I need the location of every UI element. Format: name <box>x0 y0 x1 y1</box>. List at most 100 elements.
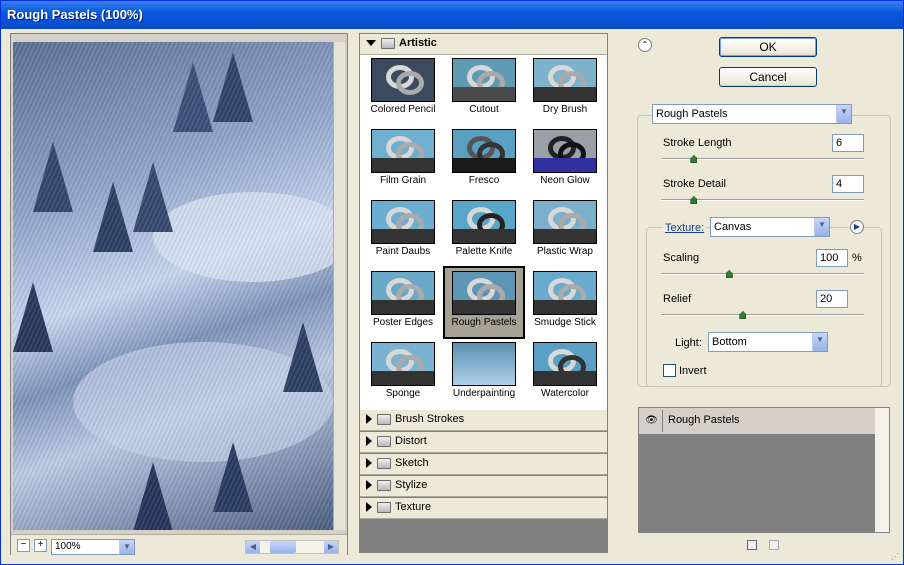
filter-fresco[interactable]: Fresco <box>446 126 522 195</box>
preview-vertical-scrollbar[interactable] <box>333 42 345 530</box>
effect-layers-list: 👁 Rough Pastels <box>638 407 890 533</box>
filter-label: Palette Knife <box>455 246 513 257</box>
filter-select[interactable]: Rough Pastels ▼ <box>652 104 852 124</box>
zoom-out-button[interactable]: − <box>17 539 30 552</box>
scroll-thumb[interactable] <box>270 541 296 553</box>
chevron-down-icon: ▼ <box>119 540 134 554</box>
scaling-slider[interactable] <box>661 273 864 275</box>
expand-triangle-icon <box>366 414 372 425</box>
stroke-detail-label: Stroke Detail <box>663 178 726 190</box>
new-effect-layer-icon[interactable] <box>747 540 757 550</box>
filter-label: Neon Glow <box>540 175 590 186</box>
light-label: Light: <box>675 337 702 349</box>
expand-triangle-icon <box>366 40 376 47</box>
filter-film-grain[interactable]: Film Grain <box>365 126 441 195</box>
preview-horizontal-scrollbar[interactable]: ◀ ▶ <box>245 540 339 554</box>
category-label: Artistic <box>399 37 437 49</box>
stroke-detail-field[interactable]: 4 <box>832 175 864 193</box>
expand-triangle-icon <box>366 458 372 469</box>
light-select[interactable]: Bottom ▼ <box>708 332 828 352</box>
collapse-gallery-icon[interactable]: ⌃ <box>638 38 652 52</box>
category-texture[interactable]: Texture <box>360 498 607 519</box>
category-label: Sketch <box>395 457 429 469</box>
filter-gallery: Artistic Colored Pencil Cutout Dry Brush… <box>359 33 608 553</box>
texture-select[interactable]: Canvas ▼ <box>710 217 830 237</box>
zoom-select[interactable]: 100% ▼ <box>51 539 135 555</box>
filter-paint-daubs[interactable]: Paint Daubs <box>365 197 441 266</box>
filter-thumbnail-image <box>371 58 435 102</box>
folder-icon <box>377 479 391 491</box>
light-select-value: Bottom <box>712 336 747 348</box>
filter-label: Smudge Stick <box>534 317 596 328</box>
eye-icon[interactable]: 👁 <box>641 410 663 432</box>
category-label: Distort <box>395 435 427 447</box>
filter-label: Colored Pencil <box>370 104 436 115</box>
expand-triangle-icon <box>366 502 372 513</box>
resize-grip-icon[interactable]: ⋰ <box>891 552 901 562</box>
filter-thumbnails: Colored Pencil Cutout Dry Brush Film Gra… <box>360 55 607 410</box>
filter-thumbnail-image <box>452 342 516 386</box>
chevron-down-icon: ▼ <box>836 105 851 123</box>
filter-underpainting[interactable]: Underpainting <box>446 339 522 408</box>
preview-image[interactable] <box>13 42 333 530</box>
filter-thumbnail-image <box>533 342 597 386</box>
title-bar[interactable]: Rough Pastels (100%) <box>1 1 903 29</box>
filter-plastic-wrap[interactable]: Plastic Wrap <box>527 197 603 266</box>
settings-panel: ⌃ OK Cancel Rough Pastels ▼ Stroke Lengt… <box>621 33 901 563</box>
relief-field[interactable]: 20 <box>816 290 848 308</box>
filter-rough-pastels[interactable]: Rough Pastels <box>443 266 525 339</box>
filter-label: Paint Daubs <box>375 246 431 257</box>
scaling-field[interactable]: 100 <box>816 249 848 267</box>
folder-icon <box>377 501 391 513</box>
filter-thumbnail-image <box>371 271 435 315</box>
chevron-down-icon: ▼ <box>814 218 829 236</box>
category-distort[interactable]: Distort <box>360 432 607 453</box>
scroll-left-icon[interactable]: ◀ <box>246 541 260 553</box>
category-artistic[interactable]: Artistic <box>360 34 607 55</box>
layers-vertical-scrollbar[interactable] <box>875 408 889 532</box>
category-stylize[interactable]: Stylize <box>360 476 607 497</box>
category-label: Stylize <box>395 479 428 491</box>
invert-checkbox[interactable] <box>663 364 676 377</box>
filter-thumbnail-image <box>371 342 435 386</box>
effect-layer-row[interactable]: 👁 Rough Pastels <box>639 408 875 435</box>
filter-thumbnail-image <box>533 129 597 173</box>
filter-label: Cutout <box>469 104 499 115</box>
relief-slider[interactable] <box>661 314 864 316</box>
filter-label: Plastic Wrap <box>537 246 593 257</box>
texture-menu-arrow-icon[interactable]: ▶ <box>850 220 864 234</box>
filter-smudge-stick[interactable]: Smudge Stick <box>527 268 603 337</box>
folder-icon <box>377 413 391 425</box>
scaling-unit: % <box>852 252 862 264</box>
filter-label: Dry Brush <box>542 104 588 115</box>
scroll-right-icon[interactable]: ▶ <box>324 541 338 553</box>
window-title: Rough Pastels (100%) <box>7 7 143 22</box>
folder-icon <box>381 37 395 49</box>
zoom-in-button[interactable]: + <box>34 539 47 552</box>
filter-dry-brush[interactable]: Dry Brush <box>527 55 603 124</box>
filter-label: Sponge <box>385 388 421 399</box>
filter-colored-pencil[interactable]: Colored Pencil <box>365 55 441 124</box>
filter-select-value: Rough Pastels <box>656 108 728 120</box>
filter-cutout[interactable]: Cutout <box>446 55 522 124</box>
filter-thumbnail-image <box>371 129 435 173</box>
filter-watercolor[interactable]: Watercolor <box>527 339 603 408</box>
zoom-value: 100% <box>55 541 81 552</box>
trash-icon[interactable] <box>769 540 779 550</box>
expand-triangle-icon <box>366 436 372 447</box>
filter-poster-edges[interactable]: Poster Edges <box>365 268 441 337</box>
category-brush-strokes[interactable]: Brush Strokes <box>360 410 607 431</box>
filter-thumbnail-image <box>533 271 597 315</box>
relief-label: Relief <box>663 293 692 305</box>
cancel-button[interactable]: Cancel <box>719 67 817 87</box>
filter-neon-glow[interactable]: Neon Glow <box>527 126 603 195</box>
stroke-length-field[interactable]: 6 <box>832 134 864 152</box>
filter-gallery-window: Rough Pastels (100%) − + 100% ▼ ◀ ▶ Arti… <box>0 0 904 565</box>
effect-layer-name: Rough Pastels <box>668 414 740 426</box>
category-sketch[interactable]: Sketch <box>360 454 607 475</box>
filter-sponge[interactable]: Sponge <box>365 339 441 408</box>
filter-label: Poster Edges <box>372 317 434 328</box>
ok-button[interactable]: OK <box>719 37 817 57</box>
filter-thumbnail-image <box>452 200 516 244</box>
filter-palette-knife[interactable]: Palette Knife <box>446 197 522 266</box>
